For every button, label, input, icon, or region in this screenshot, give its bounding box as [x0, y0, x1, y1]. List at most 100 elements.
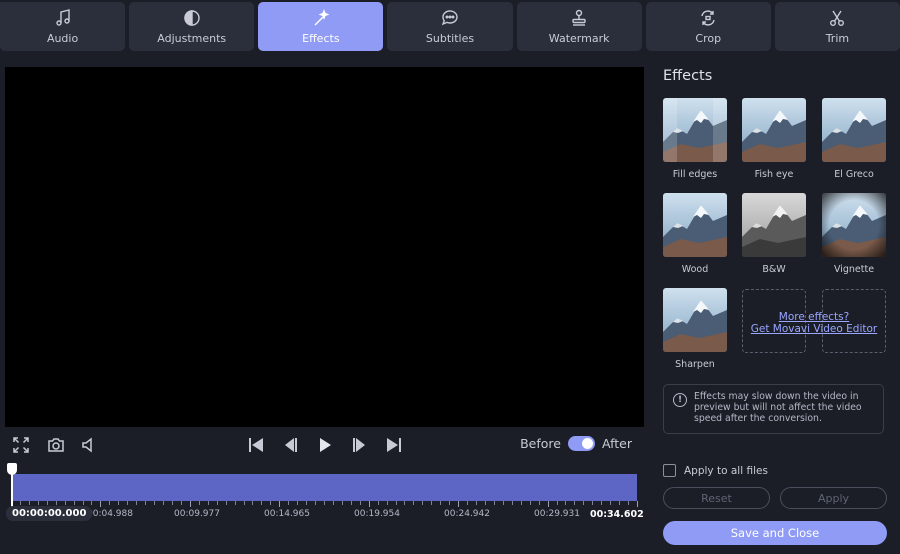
time-mark: 00:29.931: [534, 509, 580, 519]
next-frame-button[interactable]: [346, 432, 372, 458]
volume-button[interactable]: [75, 432, 101, 458]
tab-label: Trim: [825, 32, 850, 45]
timeline-tick: [386, 501, 388, 505]
timeline-tick: [109, 501, 111, 505]
effect-fish-eye[interactable]: Fish eye: [741, 98, 807, 180]
timeline-tick: [637, 501, 638, 507]
stamp-icon: [572, 9, 586, 26]
timeline-tick: [404, 501, 406, 505]
apply-to-all-label: Apply to all files: [684, 464, 768, 477]
timeline-tick: [547, 501, 549, 507]
apply-to-all-checkbox[interactable]: Apply to all files: [663, 464, 768, 477]
fullscreen-button[interactable]: [8, 432, 34, 458]
effect-thumbnail: [742, 193, 806, 257]
before-after-switch: Before After: [520, 436, 632, 451]
save-and-close-button[interactable]: Save and Close: [663, 521, 887, 545]
timeline-tick: [252, 501, 254, 505]
mountain-thumbnail-image: [663, 193, 727, 257]
previous-frame-button[interactable]: [278, 432, 304, 458]
tab-subtitles[interactable]: Subtitles: [387, 2, 513, 51]
timeline-tick: [297, 501, 299, 505]
timeline-tick: [189, 501, 191, 507]
timeline-tick: [243, 501, 245, 505]
timeline-tick: [332, 501, 334, 505]
magic-wand-icon: [314, 9, 330, 26]
tab-label: Subtitles: [425, 32, 475, 45]
mountain-thumbnail-image: [742, 193, 806, 257]
tab-adjustments[interactable]: Adjustments: [129, 2, 255, 51]
skip-to-end-button[interactable]: [381, 432, 407, 458]
timeline-tick: [225, 501, 227, 505]
tab-trim[interactable]: Trim: [774, 2, 900, 51]
apply-button[interactable]: Apply: [780, 487, 887, 509]
playhead-handle[interactable]: [7, 463, 17, 475]
time-mark: 00:24.942: [444, 509, 490, 519]
effect-fill-edges[interactable]: Fill edges: [662, 98, 728, 180]
tab-crop[interactable]: Crop: [645, 2, 771, 51]
timeline-tick: [449, 501, 451, 505]
effect-label: Sharpen: [675, 359, 715, 370]
reset-button[interactable]: Reset: [663, 487, 770, 509]
effect-wood[interactable]: Wood: [662, 193, 728, 275]
timeline-tick: [341, 501, 343, 505]
timeline-tick: [234, 501, 236, 505]
timeline-track[interactable]: [11, 474, 637, 501]
mountain-thumbnail-image: [663, 98, 727, 162]
camera-icon: [48, 438, 64, 452]
effect-sharpen[interactable]: Sharpen: [662, 288, 728, 370]
timeline-tick: [82, 501, 84, 505]
timeline-tick: [628, 501, 630, 505]
effect-thumbnail: [663, 98, 727, 162]
effect-bw[interactable]: B&W: [741, 193, 807, 275]
timeline-tick: [350, 501, 352, 505]
mountain-thumbnail-image: [822, 193, 886, 257]
timeline-tick: [73, 501, 75, 505]
timeline-tick: [511, 501, 513, 505]
effect-vignette[interactable]: Vignette: [821, 193, 887, 275]
skip-to-start-button[interactable]: [243, 432, 269, 458]
speaker-icon: [82, 437, 92, 453]
after-label: After: [601, 436, 632, 451]
effect-thumbnail: [822, 98, 886, 162]
snapshot-button[interactable]: [43, 432, 69, 458]
music-note-icon: [55, 9, 70, 26]
timeline-tick: [484, 501, 486, 505]
checkbox-box[interactable]: [663, 464, 676, 477]
timeline-tick: [207, 501, 209, 505]
panel-title: Effects: [663, 68, 713, 84]
timeline-tick: [100, 501, 102, 507]
tab-label: Adjustments: [157, 32, 227, 45]
timeline-tick: [556, 501, 558, 505]
before-after-toggle[interactable]: [567, 436, 595, 451]
timeline-tick: [261, 501, 263, 505]
timeline-ticks: [11, 501, 638, 507]
more-effects-link[interactable]: More effects? Get Movavi Video Editor: [742, 311, 886, 335]
video-preview[interactable]: [5, 67, 644, 427]
timeline-tick: [279, 501, 281, 507]
play-button[interactable]: [312, 432, 338, 458]
effect-thumbnail: [663, 193, 727, 257]
effect-label: Vignette: [833, 264, 875, 275]
mountain-thumbnail-image: [742, 98, 806, 162]
effect-el-greco[interactable]: El Greco: [821, 98, 887, 180]
timeline-tick: [502, 501, 504, 505]
timeline-tick: [46, 501, 48, 505]
more-effects-line: More effects?: [778, 311, 850, 323]
effect-label: Fill edges: [672, 169, 718, 180]
end-time: 00:34.602: [590, 509, 644, 520]
get-editor-line: Get Movavi Video Editor: [750, 323, 878, 335]
tab-audio[interactable]: Audio: [0, 2, 126, 51]
tab-effects[interactable]: Effects: [258, 2, 384, 51]
timeline-tick: [493, 501, 495, 505]
tab-watermark[interactable]: Watermark: [516, 2, 642, 51]
timeline-tick: [458, 501, 460, 507]
timeline-tick: [270, 501, 272, 505]
timeline-tick: [163, 501, 165, 505]
timeline-tick: [171, 501, 173, 505]
timeline-tick: [440, 501, 442, 505]
timeline-tick: [37, 501, 39, 505]
timeline-tick: [467, 501, 469, 505]
mountain-thumbnail-image: [663, 288, 727, 352]
timeline-tick: [619, 501, 621, 505]
timeline-tick: [368, 501, 370, 507]
